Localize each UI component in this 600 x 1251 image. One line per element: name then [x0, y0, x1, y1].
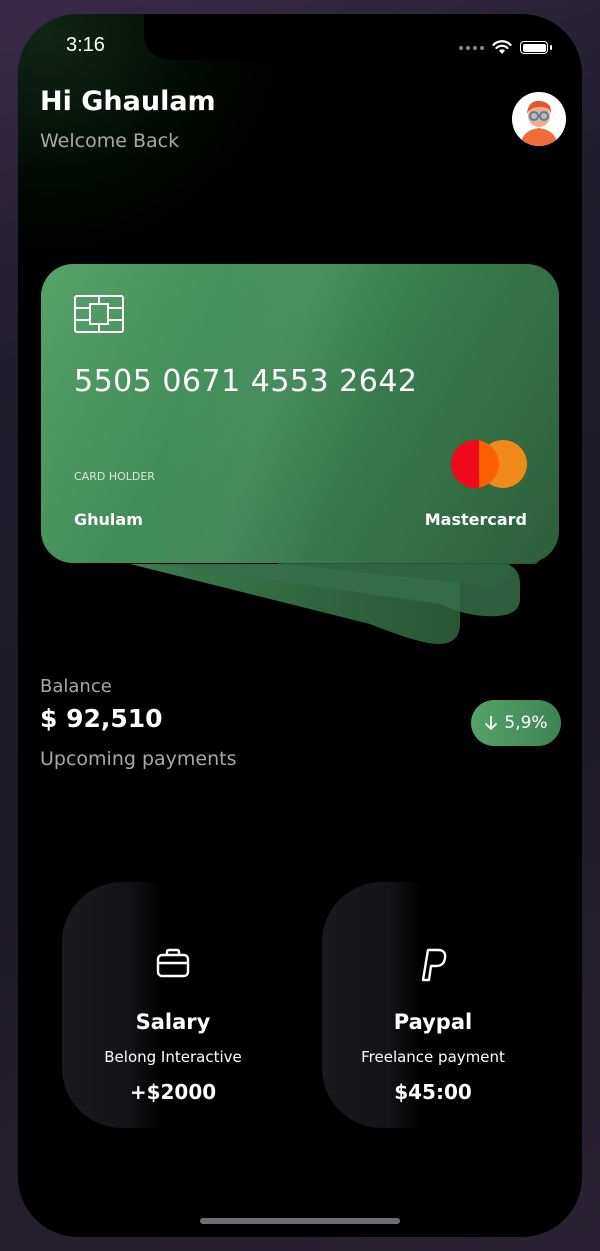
card-chip-icon — [74, 295, 124, 333]
mastercard-overlap — [479, 440, 499, 488]
balance-label: Balance — [40, 676, 112, 697]
battery-icon — [520, 41, 548, 54]
credit-card[interactable]: 5505 0671 4553 2642 CARD HOLDER Ghulam M… — [41, 264, 559, 563]
payment-title: Salary — [135, 1010, 211, 1034]
payment-amount: +$2000 — [129, 1080, 217, 1104]
card-holder-label: CARD HOLDER — [74, 470, 155, 483]
card-number: 5505 0671 4553 2642 — [74, 364, 418, 399]
status-icons — [459, 40, 552, 55]
balance-change-badge[interactable]: 5,9% — [471, 700, 561, 746]
payment-card-salary[interactable]: Salary Belong Interactive +$2000 — [62, 882, 284, 1128]
upcoming-payments-label: Upcoming payments — [40, 748, 237, 770]
balance-change-value: 5,9% — [504, 713, 548, 733]
balance-value: $ 92,510 — [40, 704, 163, 733]
app-screen: 3:16 Hi Ghaulam Welcome Back 5505 0671 4… — [18, 14, 582, 1237]
briefcase-icon — [156, 948, 190, 978]
welcome-subtitle: Welcome Back — [40, 130, 180, 152]
home-indicator[interactable] — [200, 1218, 400, 1224]
payment-title: Paypal — [393, 1010, 473, 1034]
payment-card-paypal[interactable]: Paypal Freelance payment $45:00 — [322, 882, 544, 1128]
arrow-down-icon — [485, 716, 498, 731]
battery-cap — [550, 45, 552, 50]
payment-amount: $45:00 — [394, 1080, 472, 1104]
avatar[interactable] — [512, 92, 566, 146]
wifi-icon — [492, 40, 512, 54]
card-network-name: Mastercard — [424, 510, 527, 529]
greeting-title: Hi Ghaulam — [40, 86, 216, 117]
payment-subtitle: Freelance payment — [361, 1048, 505, 1066]
card-holder-name: Ghulam — [74, 510, 143, 529]
signal-icon — [459, 45, 484, 50]
device-notch — [144, 14, 456, 60]
status-time: 3:16 — [66, 34, 105, 56]
mastercard-logo-icon — [451, 440, 527, 488]
avatar-illustration — [512, 92, 566, 146]
paypal-icon — [421, 948, 447, 982]
payment-subtitle: Belong Interactive — [104, 1048, 242, 1066]
